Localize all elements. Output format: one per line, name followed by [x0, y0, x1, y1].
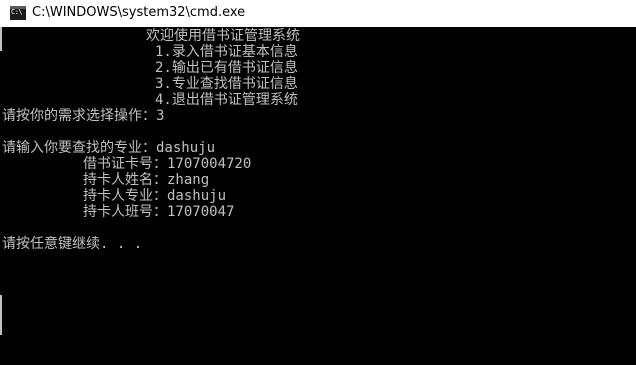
cmd-icon-glyph: C:\	[11, 8, 23, 16]
menu-option-4: 4.退出借书证管理系统	[155, 92, 298, 108]
holder-class-line: 持卡人班号：17070047	[83, 204, 235, 220]
left-edge-mark	[0, 27, 2, 51]
press-any-key-line: 请按任意键继续. . .	[2, 236, 143, 252]
choose-operation-line: 请按你的需求选择操作：3	[2, 108, 165, 124]
welcome-line: 欢迎使用借书证管理系统	[146, 28, 300, 44]
title-bar[interactable]: C:\ C:\WINDOWS\system32\cmd.exe	[0, 0, 636, 27]
card-number-line: 借书证卡号：1707004720	[83, 156, 252, 172]
left-edge-mark-lower	[0, 295, 2, 335]
menu-option-1: 1.录入借书证基本信息	[155, 44, 298, 60]
menu-option-2: 2.输出已有借书证信息	[155, 60, 298, 76]
cmd-window: C:\ C:\WINDOWS\system32\cmd.exe 欢迎使用借书证管…	[0, 0, 636, 365]
input-major-line: 请输入你要查找的专业：dashuju	[2, 140, 216, 156]
window-title: C:\WINDOWS\system32\cmd.exe	[32, 5, 246, 20]
holder-major-line: 持卡人专业：dashuju	[83, 188, 227, 204]
holder-name-line: 持卡人姓名：zhang	[83, 172, 210, 188]
console-output-area[interactable]: 欢迎使用借书证管理系统 1.录入借书证基本信息 2.输出已有借书证信息 3.专业…	[0, 27, 636, 365]
cmd-console-icon[interactable]: C:\	[10, 6, 26, 20]
menu-option-3: 3.专业查找借书证信息	[155, 76, 298, 92]
